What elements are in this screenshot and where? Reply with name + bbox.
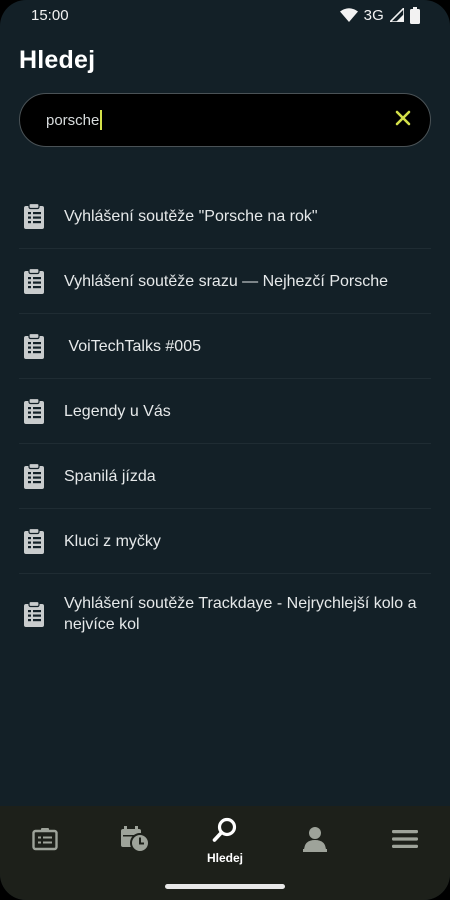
- menu-icon: [392, 829, 418, 854]
- result-title: Spanilá jízda: [64, 467, 156, 485]
- result-title: Kluci z myčky: [64, 532, 161, 550]
- calendar-clock-icon: [120, 825, 150, 858]
- search-results: Vyhlášení soutěže "Porsche na rok" Vyhlá…: [0, 184, 450, 654]
- home-indicator[interactable]: [165, 884, 285, 889]
- user-icon: [303, 826, 327, 857]
- result-title: Legendy u Vás: [64, 402, 171, 420]
- clipboard-list-icon: [21, 461, 47, 491]
- result-item[interactable]: Kluci z myčky: [19, 509, 431, 574]
- search-query: porsche: [46, 111, 100, 129]
- nav-item-search[interactable]: Hledej: [185, 806, 265, 876]
- nav-label-search: Hledej: [206, 851, 243, 865]
- clipboard-list-icon: [21, 396, 47, 426]
- search-input[interactable]: porsche: [46, 94, 103, 146]
- status-icons: 3G: [339, 6, 420, 24]
- nav-item-menu[interactable]: [365, 806, 445, 876]
- result-title: VoiTechTalks #005: [64, 337, 201, 355]
- status-bar: 15:00 3G: [0, 0, 450, 30]
- result-item[interactable]: Vyhlášení soutěže srazu — Nejhezčí Porsc…: [19, 249, 431, 314]
- clipboard-list-icon: [21, 201, 47, 231]
- close-icon: [395, 110, 411, 131]
- page-title: Hledej: [19, 46, 96, 74]
- clipboard-list-icon: [21, 266, 47, 296]
- result-item[interactable]: Vyhlášení soutěže "Porsche na rok": [19, 184, 431, 249]
- text-caret: [100, 110, 103, 130]
- nav-item-calendar[interactable]: [95, 806, 175, 876]
- battery-icon: [410, 6, 420, 24]
- list-card-icon: [32, 827, 58, 856]
- wifi-icon: [339, 8, 358, 22]
- result-title: Vyhlášení soutěže "Porsche na rok": [64, 207, 318, 225]
- signal-icon: [390, 8, 404, 22]
- bottom-navigation: Hledej: [0, 806, 450, 876]
- status-time: 15:00: [31, 6, 69, 24]
- result-item[interactable]: Spanilá jízda: [19, 444, 431, 509]
- nav-item-list[interactable]: [5, 806, 85, 876]
- clipboard-list-icon: [21, 526, 47, 556]
- clipboard-list-icon: [21, 599, 47, 629]
- result-item[interactable]: VoiTechTalks #005: [19, 314, 431, 379]
- search-icon: [212, 817, 238, 848]
- clipboard-list-icon: [21, 331, 47, 361]
- network-type: 3G: [363, 6, 384, 24]
- result-title: Vyhlášení soutěže srazu — Nejhezčí Porsc…: [64, 272, 389, 290]
- search-field[interactable]: porsche: [19, 93, 431, 147]
- clear-search-button[interactable]: [390, 107, 416, 133]
- nav-item-profile[interactable]: [275, 806, 355, 876]
- result-item[interactable]: Vyhlášení soutěže Trackdaye - Nejrychlej…: [19, 574, 431, 654]
- result-item[interactable]: Legendy u Vás: [19, 379, 431, 444]
- app-screen: 15:00 3G Hledej porsche Vyhlášení soutěž…: [0, 0, 450, 900]
- result-title: Vyhlášení soutěže Trackdaye - Nejrychlej…: [64, 595, 421, 633]
